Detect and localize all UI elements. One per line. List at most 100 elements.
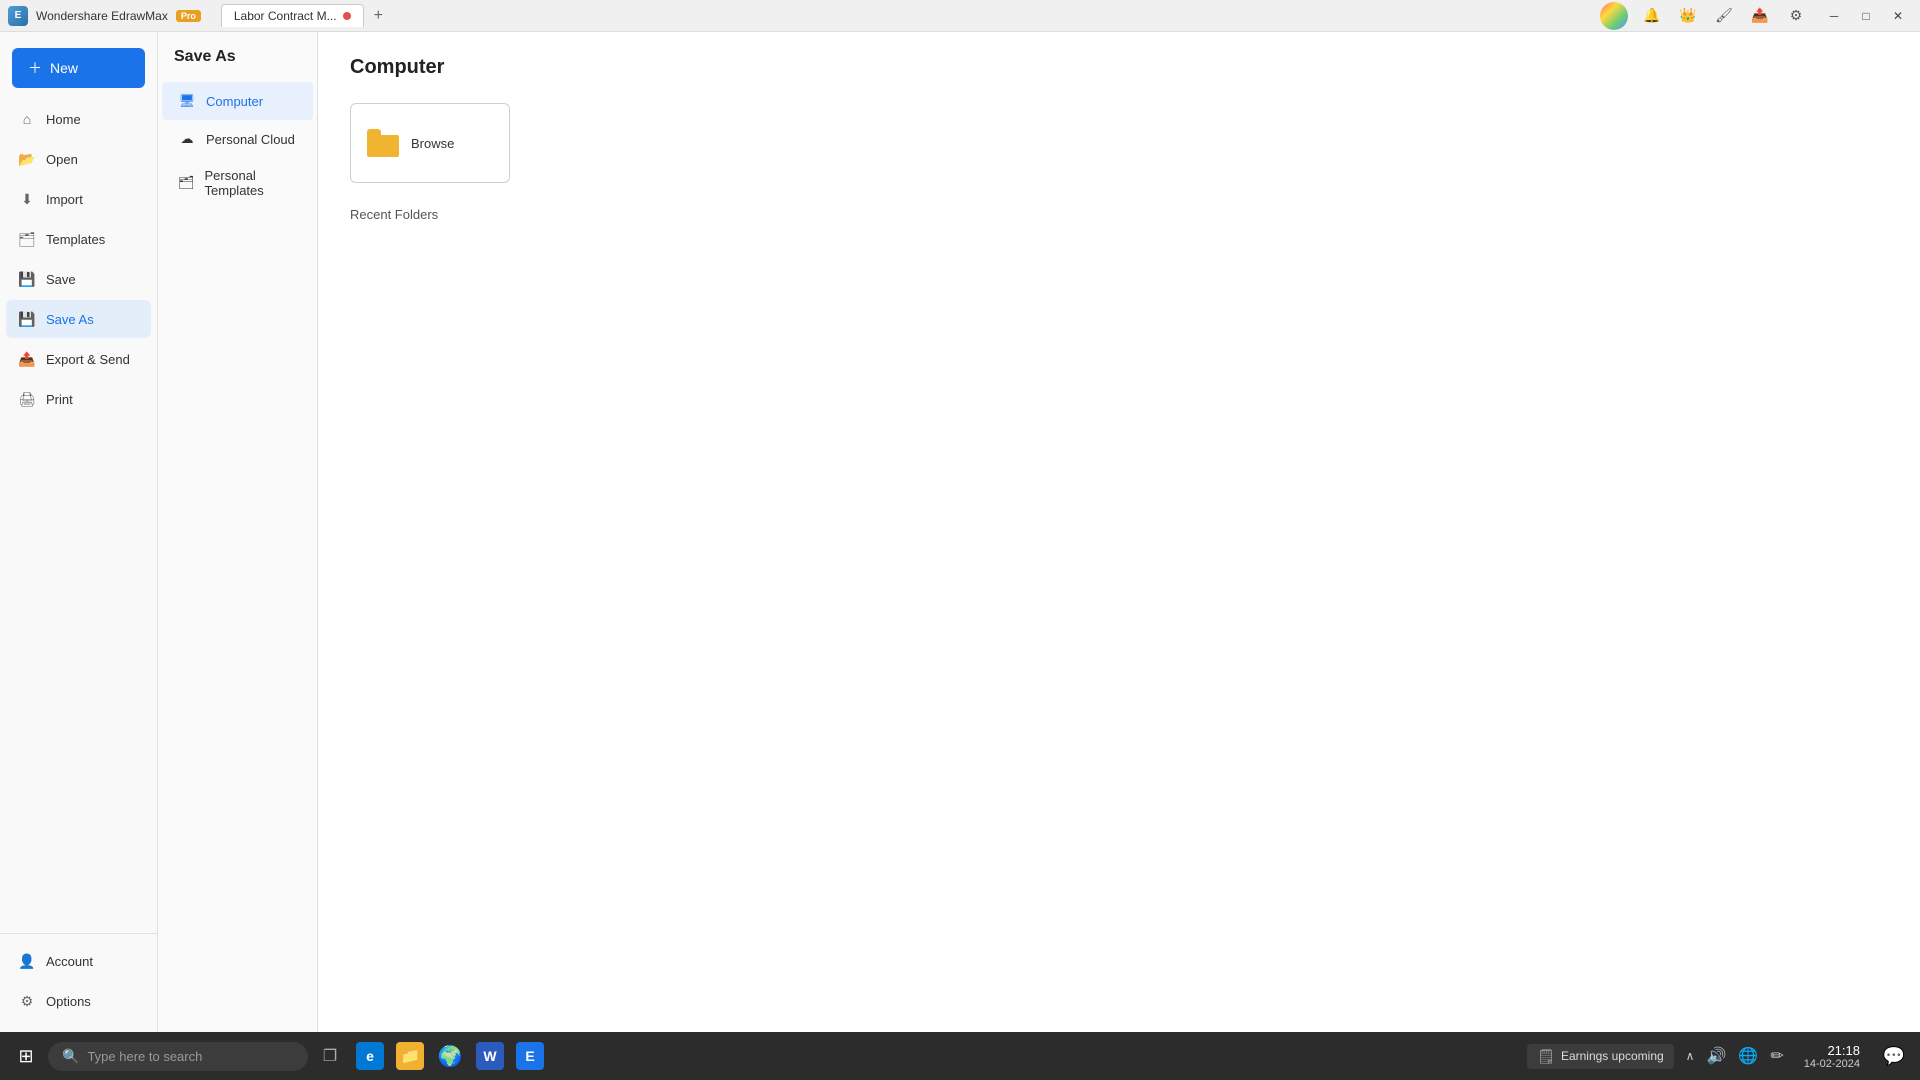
taskbar-left: ⊞ 🔍 ❐ e 📁 🌍 W E: [8, 1038, 548, 1074]
taskbar-edraw[interactable]: E: [512, 1038, 548, 1074]
edge-icon: e: [356, 1042, 384, 1070]
taskbar-word[interactable]: W: [472, 1038, 508, 1074]
panel-templates-label: Personal Templates: [205, 168, 297, 198]
avatar[interactable]: [1600, 2, 1628, 30]
sidebar-item-options[interactable]: ⚙ Options: [6, 982, 151, 1020]
explorer-icon: 📁: [396, 1042, 424, 1070]
taskbar-task-view[interactable]: ❐: [312, 1038, 348, 1074]
taskbar-chrome[interactable]: 🌍: [432, 1038, 468, 1074]
taskbar: ⊞ 🔍 ❐ e 📁 🌍 W E: [0, 1032, 1920, 1080]
taskbar-search-bar[interactable]: 🔍: [48, 1042, 308, 1071]
add-tab-button[interactable]: +: [368, 5, 389, 27]
sidebar-open-label: Open: [46, 152, 78, 167]
windows-icon: ⊞: [18, 1046, 33, 1067]
word-icon: W: [476, 1042, 504, 1070]
main-layout: ＋ New ⌂ Home 📂 Open ⬇ Import 🗂 Templates…: [0, 32, 1920, 1032]
cloud-icon: ☁: [178, 130, 196, 148]
sidebar-item-export[interactable]: 📤 Export & Send: [6, 340, 151, 378]
save-icon: 💾: [18, 270, 36, 288]
sidebar-export-label: Export & Send: [46, 352, 130, 367]
taskbar-apps: ❐ e 📁 🌍 W E: [312, 1038, 548, 1074]
tab-bar: Labor Contract M... +: [221, 4, 389, 27]
time-display: 21:18: [1827, 1043, 1860, 1058]
edraw-icon: E: [516, 1042, 544, 1070]
notification-widget[interactable]: 🗒 Earnings upcoming: [1527, 1044, 1674, 1069]
chat-button[interactable]: 💬: [1876, 1038, 1912, 1074]
close-button[interactable]: ✕: [1884, 6, 1912, 26]
home-icon: ⌂: [18, 110, 36, 128]
middle-panel: Save As 🖥 Computer ☁ Personal Cloud 🗂 Pe…: [158, 32, 318, 1032]
brush-icon[interactable]: 🖌: [1712, 4, 1736, 28]
sidebar-bottom: 👤 Account ⚙ Options: [0, 933, 157, 1032]
sidebar-item-save[interactable]: 💾 Save: [6, 260, 151, 298]
computer-icon: 🖥: [178, 92, 196, 110]
sidebar-account-label: Account: [46, 954, 93, 969]
date-display: 14-02-2024: [1804, 1058, 1860, 1070]
account-icon: 👤: [18, 952, 36, 970]
panel-item-personal-templates[interactable]: 🗂 Personal Templates: [162, 158, 313, 208]
app-title: Wondershare EdrawMax: [36, 9, 168, 23]
volume-icon[interactable]: 🔊: [1702, 1042, 1730, 1070]
sidebar-item-open[interactable]: 📂 Open: [6, 140, 151, 178]
window-controls: ─ □ ✕: [1820, 6, 1912, 26]
crown-icon[interactable]: 👑: [1676, 4, 1700, 28]
panel-cloud-label: Personal Cloud: [206, 132, 295, 147]
sidebar-save-as-label: Save As: [46, 312, 94, 327]
options-icon: ⚙: [18, 992, 36, 1010]
panel-item-computer[interactable]: 🖥 Computer: [162, 82, 313, 120]
content-header: Computer: [350, 56, 1888, 79]
panel-title: Save As: [158, 48, 317, 82]
bell-icon[interactable]: 🔔: [1640, 4, 1664, 28]
active-tab[interactable]: Labor Contract M...: [221, 4, 364, 27]
sidebar-item-print[interactable]: 🖨 Print: [6, 380, 151, 418]
chat-icon: 💬: [1883, 1046, 1905, 1067]
pen-icon[interactable]: ✏: [1766, 1042, 1787, 1070]
settings-icon[interactable]: ⚙: [1784, 4, 1808, 28]
pro-badge: Pro: [176, 10, 201, 22]
taskbar-explorer[interactable]: 📁: [392, 1038, 428, 1074]
chrome-icon: 🌍: [436, 1042, 464, 1070]
titlebar-right: 🔔 👑 🖌 📤 ⚙ ─ □ ✕: [1600, 2, 1912, 30]
sidebar-print-label: Print: [46, 392, 73, 407]
print-icon: 🖨: [18, 390, 36, 408]
open-icon: 📂: [18, 150, 36, 168]
sidebar-item-home[interactable]: ⌂ Home: [6, 100, 151, 138]
sidebar-item-account[interactable]: 👤 Account: [6, 942, 151, 980]
network-icon[interactable]: 🌐: [1734, 1042, 1762, 1070]
task-view-icon: ❐: [323, 1046, 337, 1066]
minimize-button[interactable]: ─: [1820, 6, 1848, 26]
sidebar-item-templates[interactable]: 🗂 Templates: [6, 220, 151, 258]
export-icon: 📤: [18, 350, 36, 368]
sidebar-templates-label: Templates: [46, 232, 105, 247]
sidebar-item-import[interactable]: ⬇ Import: [6, 180, 151, 218]
new-button[interactable]: ＋ New: [12, 48, 145, 88]
tab-modified-dot: [343, 12, 351, 20]
share-icon[interactable]: 📤: [1748, 4, 1772, 28]
browse-label: Browse: [411, 136, 454, 151]
folder-icon: [367, 129, 399, 157]
plus-icon: ＋: [28, 58, 42, 78]
notification-icon: 🗒: [1537, 1048, 1555, 1065]
chevron-up-icon[interactable]: ∧: [1682, 1045, 1699, 1067]
titlebar: E Wondershare EdrawMax Pro Labor Contrac…: [0, 0, 1920, 32]
system-tray: ∧ 🔊 🌐 ✏: [1682, 1042, 1788, 1070]
search-icon: 🔍: [62, 1048, 79, 1065]
panel-item-personal-cloud[interactable]: ☁ Personal Cloud: [162, 120, 313, 158]
maximize-button[interactable]: □: [1852, 6, 1880, 26]
panel-computer-label: Computer: [206, 94, 263, 109]
browse-card[interactable]: Browse: [350, 103, 510, 183]
sidebar-item-save-as[interactable]: 💾 Save As: [6, 300, 151, 338]
sidebar-home-label: Home: [46, 112, 81, 127]
clock[interactable]: 21:18 14-02-2024: [1796, 1043, 1868, 1070]
sidebar-import-label: Import: [46, 192, 83, 207]
personal-templates-icon: 🗂: [178, 174, 195, 192]
start-button[interactable]: ⊞: [8, 1038, 44, 1074]
content-area: Computer Browse Recent Folders: [318, 32, 1920, 1032]
save-as-icon: 💾: [18, 310, 36, 328]
recent-folders-label: Recent Folders: [350, 207, 1888, 222]
sidebar: ＋ New ⌂ Home 📂 Open ⬇ Import 🗂 Templates…: [0, 32, 158, 1032]
taskbar-edge[interactable]: e: [352, 1038, 388, 1074]
search-input[interactable]: [87, 1049, 287, 1064]
app-logo: E: [8, 6, 28, 26]
taskbar-right: 🗒 Earnings upcoming ∧ 🔊 🌐 ✏ 21:18 14-02-…: [1527, 1038, 1912, 1074]
